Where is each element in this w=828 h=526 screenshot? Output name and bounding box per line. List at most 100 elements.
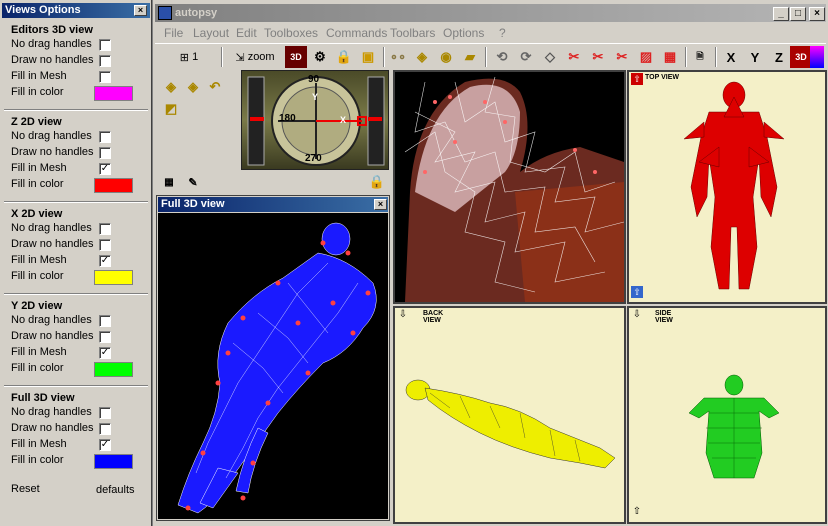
mirror-y-icon[interactable]: ✂ [587,46,609,68]
arrow-down-icon[interactable]: ⇩ [397,309,409,321]
mirror-x-icon[interactable]: ✂ [563,46,585,68]
scale-icon[interactable]: ▨ [635,46,657,68]
compass-south: 270 [305,153,322,164]
fill-in-mesh-label: Fill in Mesh [11,254,67,266]
menu-toolbars[interactable]: Toolbars [390,26,435,40]
arrow-up-icon[interactable]: ⇧ [631,286,643,298]
menu-edit[interactable]: Edit [236,26,257,40]
no-drag-handles-checkbox[interactable] [99,223,111,235]
back-view[interactable]: ⇩ BACK VIEW [393,306,626,524]
rotate-icon[interactable]: ⟲ [491,46,513,68]
fill-in-mesh-checkbox[interactable]: ✓ [99,347,111,359]
no-drag-handles-checkbox[interactable] [99,131,111,143]
back-view-label: BACK VIEW [423,310,444,324]
cube-move-icon[interactable]: ◈ [182,76,204,98]
fill-in-mesh-label: Fill in Mesh [11,162,67,174]
y-axis-button[interactable]: Y [744,46,766,68]
top-view-label: TOP VIEW [645,74,679,81]
close-window-button[interactable]: × [809,7,825,21]
grid-icon: ⊞ [179,51,190,64]
close-button[interactable]: × [374,199,387,210]
no-drag-handles-checkbox[interactable] [99,315,111,327]
separator [221,47,223,67]
undo-icon[interactable]: ↶ [204,76,226,98]
editor-3d-view[interactable] [393,70,626,304]
arrow-up-icon[interactable]: ⇧ [631,73,643,85]
minimize-button[interactable]: _ [773,7,789,21]
menu-commands[interactable]: Commands [326,26,387,40]
section-title: Y 2D view [11,300,63,312]
mirror-z-icon[interactable]: ✂ [611,46,633,68]
vertex-icon[interactable]: ∘∘ [387,46,409,68]
flip-icon[interactable]: ◇ [539,46,561,68]
top-view[interactable]: ⇧ TOP VIEW ⇧ [627,70,827,304]
gear-icon[interactable]: ⚙ [309,46,331,68]
menu-toolboxes[interactable]: Toolboxes [264,26,318,40]
no-drag-handles-checkbox[interactable] [99,407,111,419]
views-options-panel: Views Options × Editors 3D view No drag h… [0,0,152,526]
no-drag-handles-label: No drag handles [11,222,92,234]
arrow-down-icon[interactable]: ⇩ [631,309,643,321]
compass[interactable]: 90 180 270 Y X [241,70,389,170]
menu-help[interactable]: ? [499,26,506,40]
toolbar: ⊞ 1 ⇲ zoom 3D ⚙ 🔒 ▣ ∘∘ ◈ ◉ ▰ ⟲ ⟳ ◇ ✂ ✂ ✂… [155,43,826,69]
draw-no-handles-label: Draw no handles [11,422,94,434]
fill-color-swatch[interactable] [94,454,133,469]
main-titlebar[interactable]: autopsy [155,4,826,22]
grid-tool-icon[interactable]: ▦ [158,171,180,193]
fill-color-swatch[interactable] [94,178,133,193]
z-axis-button[interactable]: Z [768,46,790,68]
document-icon[interactable]: 🗎 [689,46,711,68]
close-button[interactable]: × [134,5,147,16]
full-3d-canvas[interactable] [158,213,388,519]
rotate-alt-icon[interactable]: ⟳ [515,46,537,68]
window-title: autopsy [175,7,218,19]
x-axis-button[interactable]: X [720,46,742,68]
maximize-button[interactable]: □ [790,7,806,21]
no-drag-handles-label: No drag handles [11,314,92,326]
grid-step[interactable]: ⊞ 1 [173,46,205,68]
side-view[interactable]: ⇩ SIDE VIEW ⇧ [627,306,827,524]
fill-in-mesh-checkbox[interactable] [99,71,111,83]
draw-no-handles-checkbox[interactable] [99,147,111,159]
book-icon[interactable]: ▣ [357,46,379,68]
cube-tool-icon[interactable]: ◈ [160,76,182,98]
no-drag-handles-checkbox[interactable] [99,39,111,51]
cube-icon[interactable]: ◈ [411,46,433,68]
fill-in-mesh-label: Fill in Mesh [11,346,67,358]
fill-color-swatch[interactable] [94,270,133,285]
fill-color-swatch[interactable] [94,86,133,101]
zoom-button[interactable]: ⇲ zoom [229,46,281,68]
3d-box-button[interactable]: 3D [285,46,307,68]
fill-in-mesh-checkbox[interactable]: ✓ [99,255,111,267]
no-drag-handles-label: No drag handles [11,130,92,142]
draw-no-handles-checkbox[interactable] [99,239,111,251]
draw-no-handles-checkbox[interactable] [99,55,111,67]
cube-face-icon[interactable]: ◉ [435,46,457,68]
lock-icon[interactable]: 🔒 [333,46,355,68]
compass-north: 90 [308,74,320,85]
arrow-up-icon[interactable]: ⇧ [631,506,643,518]
menu-file[interactable]: File [164,26,183,40]
app-icon [158,6,172,20]
section-title: Full 3D view [11,392,75,404]
color-button[interactable] [810,46,824,68]
cube-solid-icon[interactable]: ▰ [459,46,481,68]
menu-options[interactable]: Options [443,26,484,40]
fill-color-swatch[interactable] [94,362,133,377]
views-options-titlebar[interactable]: Views Options [2,3,150,18]
lock-icon[interactable]: 🔒 [366,171,388,193]
reset-label[interactable]: Reset [11,483,40,495]
draw-no-handles-checkbox[interactable] [99,331,111,343]
edit-icon[interactable]: ✎ [182,171,204,193]
defaults-button[interactable]: defaults [96,484,135,496]
fill-in-mesh-checkbox[interactable]: ✓ [99,163,111,175]
menu-layout[interactable]: Layout [193,26,229,40]
fill-in-mesh-checkbox[interactable]: ✓ [99,439,111,451]
plane-icon[interactable]: ◩ [160,98,182,120]
3d-view-button[interactable]: 3D [790,46,812,68]
linear-icon[interactable]: ▦ [659,46,681,68]
side-view-label: SIDE VIEW [655,310,673,324]
full-3d-titlebar[interactable]: Full 3D view [158,197,388,212]
draw-no-handles-checkbox[interactable] [99,423,111,435]
